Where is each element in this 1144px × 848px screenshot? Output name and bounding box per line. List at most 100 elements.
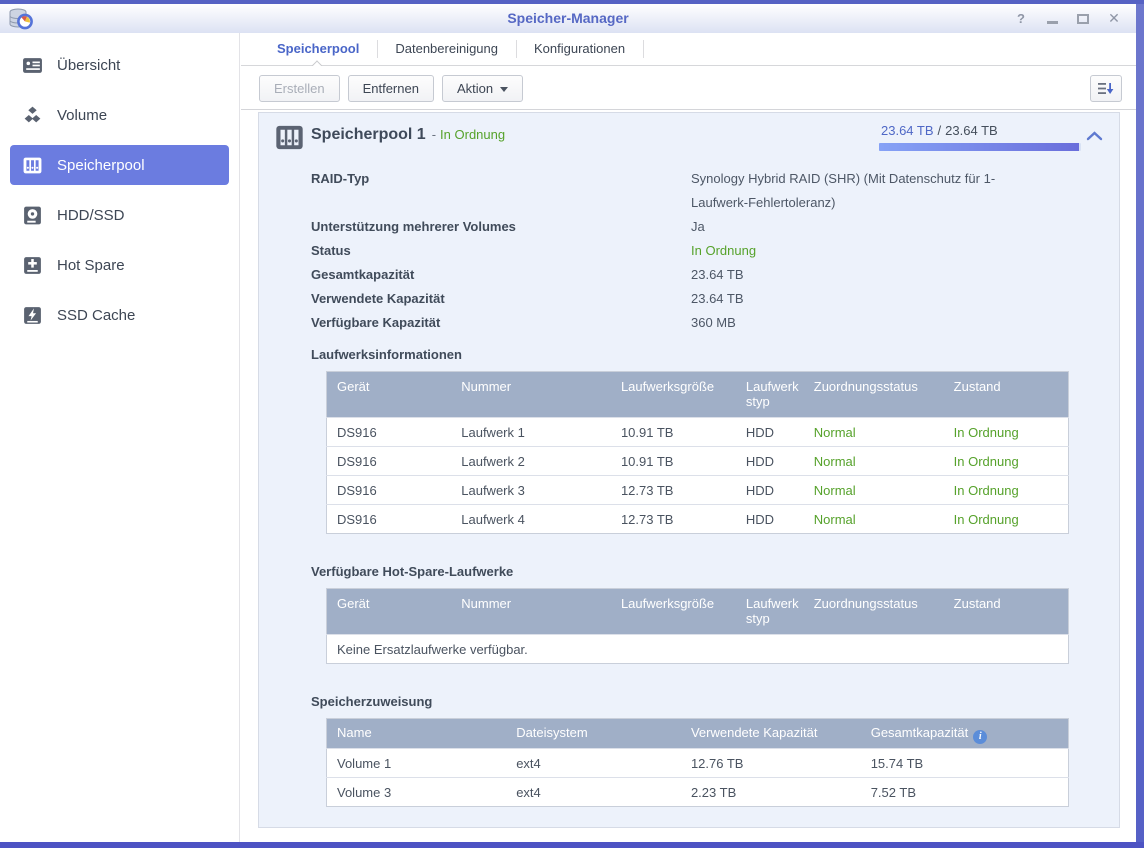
sidebar-item-label: HDD/SSD: [57, 207, 125, 224]
detail-value: Synology Hybrid RAID (SHR) (Mit Datensch…: [691, 167, 1031, 215]
sidebar-item-hdd-ssd[interactable]: HDD/SSD: [10, 195, 229, 235]
cell-geraet: DS916: [327, 447, 452, 476]
action-menu-label: Aktion: [457, 81, 493, 96]
detail-row: Gesamtkapazität 23.64 TB: [311, 263, 1119, 287]
pool-header: Speicherpool 1-In Ordnung 23.64 TB/23.64…: [259, 113, 1119, 159]
detail-value: 23.64 TB: [691, 287, 1031, 311]
sort-button[interactable]: [1090, 75, 1122, 102]
hot-spare-section-title: Verfügbare Hot-Spare-Laufwerke: [311, 564, 1119, 580]
volume-cubes-icon: [22, 105, 43, 126]
remove-button[interactable]: Entfernen: [348, 75, 434, 102]
drives-table-header-row: Gerät Nummer Laufwerksgröße Laufwerkstyp…: [327, 372, 1069, 418]
detail-label: RAID-Typ: [311, 167, 691, 215]
col-nummer: Nummer: [451, 372, 611, 418]
col-groesse: Laufwerksgröße: [611, 372, 736, 418]
col-verwendete-kapazitaet: Verwendete Kapazität: [681, 719, 861, 749]
cell-name: Volume 1: [327, 749, 507, 778]
cell-zuordnungsstatus: Normal: [804, 447, 944, 476]
volume-row: Volume 1 ext4 12.76 TB 15.74 TB: [327, 749, 1069, 778]
drive-row: DS916 Laufwerk 3 12.73 TB HDD Normal In …: [327, 476, 1069, 505]
cell-nummer: Laufwerk 4: [451, 505, 611, 534]
col-nummer: Nummer: [451, 589, 611, 635]
window-controls: ? ✕: [1013, 4, 1122, 33]
info-icon[interactable]: i: [973, 730, 987, 744]
pool-title: Speicherpool 1: [311, 126, 426, 143]
pool-drive-bay-icon: [273, 122, 306, 158]
minimize-icon[interactable]: [1044, 11, 1060, 27]
sidebar-item-uebersicht[interactable]: Übersicht: [10, 45, 229, 85]
hot-spare-table: Gerät Nummer Laufwerksgröße Laufwerkstyp…: [326, 588, 1069, 664]
maximize-icon[interactable]: [1075, 11, 1091, 27]
col-zuordnungsstatus: Zuordnungsstatus: [804, 589, 944, 635]
tab-konfigurationen[interactable]: Konfigurationen: [516, 33, 643, 65]
col-groesse: Laufwerksgröße: [611, 589, 736, 635]
sidebar-item-hot-spare[interactable]: Hot Spare: [10, 245, 229, 285]
drive-row: DS916 Laufwerk 2 10.91 TB HDD Normal In …: [327, 447, 1069, 476]
drives-table: Gerät Nummer Laufwerksgröße Laufwerkstyp…: [326, 371, 1069, 534]
cell-geraet: DS916: [327, 418, 452, 447]
help-icon[interactable]: ?: [1013, 11, 1029, 27]
drive-row: DS916 Laufwerk 1 10.91 TB HDD Normal In …: [327, 418, 1069, 447]
cell-zustand: In Ordnung: [944, 476, 1069, 505]
sidebar-item-ssd-cache[interactable]: SSD Cache: [10, 295, 229, 335]
cell-nummer: Laufwerk 3: [451, 476, 611, 505]
ssd-cache-icon: [22, 305, 43, 326]
capacity-divider: /: [938, 123, 942, 138]
cell-geraet: DS916: [327, 505, 452, 534]
cell-typ: HDD: [736, 505, 804, 534]
sidebar-item-label: Volume: [57, 107, 107, 124]
create-button[interactable]: Erstellen: [259, 75, 340, 102]
detail-row: Verfügbare Kapazität 360 MB: [311, 311, 1119, 335]
storage-pool-panel: Speicherpool 1-In Ordnung 23.64 TB/23.64…: [258, 112, 1120, 828]
tab-bar: Speicherpool Datenbereinigung Konfigurat…: [241, 33, 1136, 66]
cell-typ: HDD: [736, 476, 804, 505]
sidebar-item-label: Übersicht: [57, 57, 120, 74]
empty-message: Keine Ersatzlaufwerke verfügbar.: [327, 635, 1069, 664]
sidebar-item-speicherpool[interactable]: Speicherpool: [10, 145, 229, 185]
hot-spare-icon: [22, 255, 43, 276]
col-typ: Laufwerkstyp: [736, 372, 804, 418]
close-icon[interactable]: ✕: [1106, 11, 1122, 27]
drive-row: DS916 Laufwerk 4 12.73 TB HDD Normal In …: [327, 505, 1069, 534]
sort-icon: [1097, 82, 1115, 96]
capacity-text: 23.64 TB/23.64 TB: [881, 123, 998, 138]
capacity-used: 23.64 TB: [881, 123, 934, 138]
tab-label: Konfigurationen: [534, 41, 625, 56]
detail-row: Status In Ordnung: [311, 239, 1119, 263]
cell-zuordnungsstatus: Normal: [804, 505, 944, 534]
tab-label: Speicherpool: [277, 41, 359, 56]
detail-row: Verwendete Kapazität 23.64 TB: [311, 287, 1119, 311]
sidebar-item-volume[interactable]: Volume: [10, 95, 229, 135]
col-name: Name: [327, 719, 507, 749]
detail-value: Ja: [691, 215, 1031, 239]
pool-title-separator: -: [432, 127, 436, 142]
allocation-header-row: Name Dateisystem Verwendete Kapazität Ge…: [327, 719, 1069, 749]
detail-label: Unterstützung mehrerer Volumes: [311, 215, 691, 239]
drives-section-title: Laufwerksinformationen: [311, 347, 1119, 363]
cell-zustand: In Ordnung: [944, 418, 1069, 447]
cell-verwendet: 12.76 TB: [681, 749, 861, 778]
window-frame-right: [1136, 4, 1144, 848]
titlebar: Speicher-Manager ? ✕: [0, 4, 1136, 33]
hdd-icon: [22, 205, 43, 226]
cell-name: Volume 3: [327, 778, 507, 807]
window-title: Speicher-Manager: [0, 4, 1136, 33]
cell-groesse: 10.91 TB: [611, 447, 736, 476]
col-zuordnungsstatus: Zuordnungsstatus: [804, 372, 944, 418]
collapse-button[interactable]: [1086, 131, 1103, 141]
chevron-down-icon: [500, 87, 508, 92]
capacity-total: 23.64 TB: [945, 123, 998, 138]
content-area: Speicherpool Datenbereinigung Konfigurat…: [241, 33, 1136, 842]
tab-speicherpool[interactable]: Speicherpool: [259, 33, 377, 65]
sidebar: Übersicht Volume Speicherpool HDD/SSD: [0, 33, 240, 842]
storage-pool-icon: [22, 155, 43, 176]
col-geraet: Gerät: [327, 589, 452, 635]
col-geraet: Gerät: [327, 372, 452, 418]
tab-datenbereinigung[interactable]: Datenbereinigung: [377, 33, 516, 65]
action-menu-button[interactable]: Aktion: [442, 75, 523, 102]
cell-zustand: In Ordnung: [944, 505, 1069, 534]
col-zustand: Zustand: [944, 372, 1069, 418]
cell-verwendet: 2.23 TB: [681, 778, 861, 807]
sidebar-item-label: SSD Cache: [57, 307, 135, 324]
cell-zustand: In Ordnung: [944, 447, 1069, 476]
